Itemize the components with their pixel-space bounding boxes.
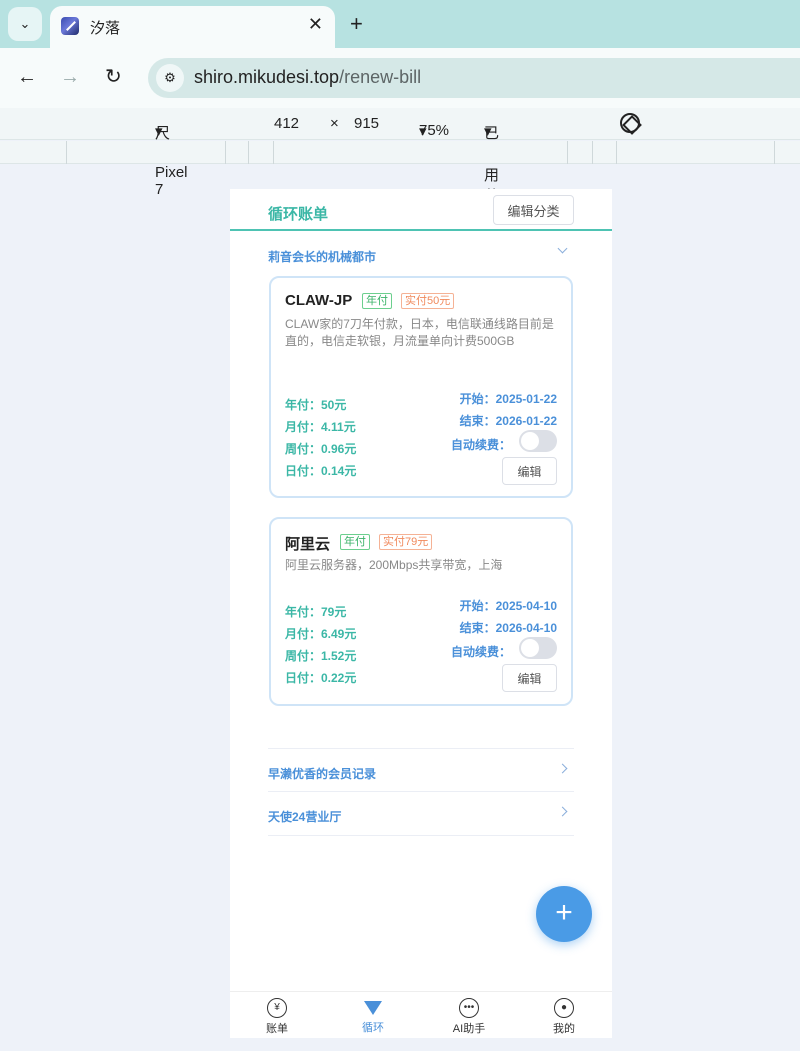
diamond-icon — [364, 1001, 382, 1015]
back-arrow-icon[interactable]: ← — [17, 66, 37, 88]
rotate-icon[interactable] — [620, 113, 640, 133]
yearly-cost: 年付：79元 — [285, 605, 347, 619]
url-host: shiro.mikudesi.top — [194, 67, 340, 87]
add-bill-button[interactable]: + — [536, 886, 592, 942]
user-icon: ● — [554, 998, 574, 1018]
nav-item-profile[interactable]: ● 我的 — [529, 998, 599, 1036]
page-header: 循环账单 编辑分类 — [230, 189, 612, 231]
auto-renew-label: 自动续费： — [450, 645, 511, 659]
tab-search-button[interactable]: ⌄ — [8, 7, 42, 41]
bill-card: CLAW-JP 年付 实付50元 CLAW家的7刀年付款，日本，电信联通线路目前… — [269, 276, 573, 498]
monthly-cost: 月付：4.11元 — [285, 420, 356, 434]
nav-label: 我的 — [553, 1023, 575, 1035]
nav-label: 账单 — [266, 1023, 288, 1035]
paid-badge: 实付79元 — [379, 534, 433, 550]
nav-item-recurring[interactable]: 循环 — [338, 998, 408, 1035]
yearly-cost: 年付：50元 — [285, 398, 347, 412]
url-path: /renew-bill — [339, 67, 422, 87]
times-sign: × — [330, 115, 339, 132]
caret-down-icon: ▾ — [484, 123, 492, 140]
group-header[interactable]: 莉音会长的机械都市 — [268, 232, 574, 276]
daily-cost: 日付：0.14元 — [285, 464, 357, 478]
cycle-badge: 年付 — [362, 293, 392, 309]
nav-item-bills[interactable]: ¥ 账单 — [242, 998, 312, 1036]
group-name: 莉音会长的机械都市 — [268, 250, 377, 264]
chevron-right-icon — [557, 806, 568, 817]
group-header[interactable]: 天使24营业厅 — [268, 792, 574, 836]
reload-icon[interactable]: ↻ — [105, 66, 122, 88]
bill-description: 阿里云服务器，200Mbps共享带宽，上海 — [285, 558, 503, 572]
chevron-down-icon: ⌄ — [19, 16, 31, 31]
phone-viewport: 循环账单 编辑分类 莉音会长的机械都市 CLAW-JP 年付 实付50元 CLA… — [230, 189, 612, 1038]
auto-renew-toggle[interactable] — [519, 637, 557, 659]
close-icon[interactable]: ✕ — [308, 14, 323, 34]
nav-item-ai-assistant[interactable]: ••• AI助手 — [434, 998, 504, 1036]
daily-cost: 日付：0.22元 — [285, 671, 357, 685]
edit-category-button[interactable]: 编辑分类 — [493, 195, 574, 225]
media-query-ruler — [0, 141, 800, 164]
browser-tab-bar: ⌄ 汐落 ✕ + — [0, 0, 800, 48]
new-tab-button[interactable]: + — [350, 12, 363, 36]
edit-button[interactable]: 编辑 — [502, 664, 557, 692]
weekly-cost: 周付：0.96元 — [285, 442, 357, 456]
device-height[interactable]: 915 — [354, 115, 379, 132]
paid-badge: 实付50元 — [401, 293, 455, 309]
cycle-badge: 年付 — [340, 534, 370, 550]
weekly-cost: 周付：1.52元 — [285, 649, 357, 663]
end-date: 结束：2026-04-10 — [459, 621, 557, 635]
end-date: 结束：2026-01-22 — [459, 414, 557, 428]
forward-arrow-icon[interactable]: → — [60, 66, 80, 88]
chevron-right-icon — [557, 763, 568, 774]
group-header[interactable]: 早濑优香的会员记录 — [268, 748, 574, 792]
start-date: 开始：2025-04-10 — [459, 599, 557, 613]
bill-card: 阿里云 年付 实付79元 阿里云服务器，200Mbps共享带宽，上海 年付：79… — [269, 517, 573, 706]
device-toolbar: 尺寸: Pixel 7 ▾ 412 × 915 75% ▾ 已停用节流模式 ▾ — [0, 108, 800, 268]
bottom-nav: ¥ 账单 循环 ••• AI助手 ● 我的 — [230, 991, 612, 1038]
caret-down-icon: ▾ — [419, 123, 427, 140]
page-title: 循环账单 — [268, 206, 329, 223]
tab-title: 汐落 — [90, 20, 121, 37]
nav-label: 循环 — [362, 1022, 384, 1034]
auto-renew-label: 自动续费： — [450, 438, 511, 452]
bill-name: CLAW-JP — [285, 292, 353, 309]
nav-label: AI助手 — [452, 1023, 486, 1035]
group-name: 天使24营业厅 — [268, 810, 342, 824]
device-width[interactable]: 412 — [274, 115, 299, 132]
start-date: 开始：2025-01-22 — [459, 392, 557, 406]
caret-down-icon: ▾ — [155, 123, 163, 140]
chat-icon: ••• — [459, 998, 479, 1018]
bill-name: 阿里云 — [285, 536, 331, 553]
site-favicon-icon — [61, 17, 79, 35]
url-input[interactable]: ⚙ shiro.mikudesi.top/renew-bill — [148, 58, 800, 98]
auto-renew-toggle[interactable] — [519, 430, 557, 452]
address-bar-row: ← → ↻ ⚙ shiro.mikudesi.top/renew-bill — [0, 48, 800, 108]
group-name: 早濑优香的会员记录 — [268, 767, 377, 781]
site-settings-icon[interactable]: ⚙ — [156, 64, 184, 92]
monthly-cost: 月付：6.49元 — [285, 627, 357, 641]
browser-tab[interactable]: 汐落 ✕ — [50, 6, 335, 48]
bill-description: CLAW家的7刀年付款，日本，电信联通线路目前是直的，电信走软银，月流量单向计费… — [285, 317, 554, 348]
chevron-down-icon — [557, 243, 568, 254]
edit-button[interactable]: 编辑 — [502, 457, 557, 485]
url-text: shiro.mikudesi.top/renew-bill — [194, 67, 421, 88]
yen-icon: ¥ — [267, 998, 287, 1018]
